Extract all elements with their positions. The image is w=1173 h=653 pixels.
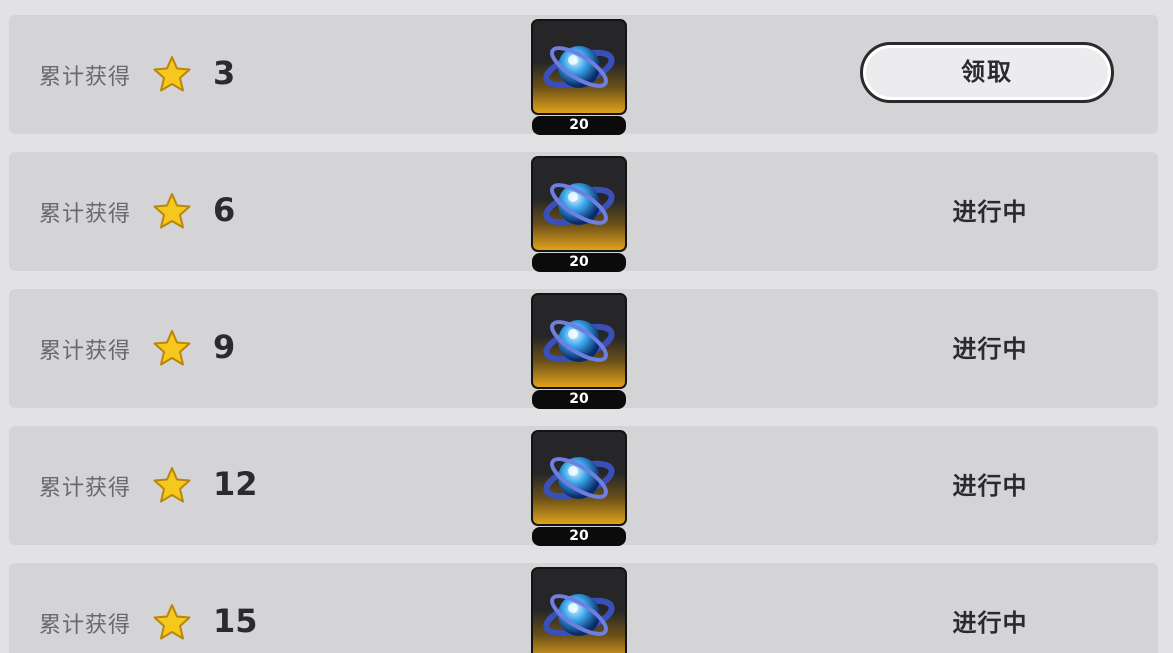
star-count: 15	[213, 602, 258, 640]
reward-icon-frame	[531, 19, 627, 115]
status-in-progress: 进行中	[952, 609, 1028, 637]
blue-orb-ring-icon	[543, 183, 615, 226]
reward-item[interactable]: 20	[531, 293, 627, 409]
blue-orb-ring-icon	[543, 594, 615, 637]
reward-icon-frame	[531, 293, 627, 389]
star-icon	[152, 191, 192, 231]
blue-orb-ring-icon	[543, 46, 615, 89]
star-count: 12	[213, 465, 258, 503]
milestone-row: 累计获得 15 20 进行中	[9, 563, 1158, 653]
star-count: 3	[213, 54, 236, 92]
reward-quantity: 20	[532, 116, 626, 135]
reward-item[interactable]: 20	[531, 156, 627, 272]
accumulate-label: 累计获得	[39, 202, 132, 227]
reward-item[interactable]: 20	[531, 430, 627, 546]
milestone-row: 累计获得 9 20 进行中	[9, 289, 1158, 409]
status-in-progress: 进行中	[952, 198, 1028, 226]
reward-item[interactable]: 20	[531, 19, 627, 135]
star-icon	[152, 54, 192, 94]
milestone-reward-list: 累计获得 3 20 领取 累计获得 6 20 进行中 累计获得 9 20 进行中…	[0, 0, 1173, 653]
claim-button[interactable]: 领取	[860, 42, 1114, 103]
blue-orb-ring-icon	[543, 457, 615, 500]
milestone-row: 累计获得 12 20 进行中	[9, 426, 1158, 546]
reward-quantity: 20	[532, 253, 626, 272]
reward-icon-frame	[531, 430, 627, 526]
star-count: 9	[213, 328, 236, 366]
accumulate-label: 累计获得	[39, 476, 132, 501]
reward-item[interactable]: 20	[531, 567, 627, 653]
star-count: 6	[213, 191, 236, 229]
accumulate-label: 累计获得	[39, 339, 132, 364]
status-in-progress: 进行中	[952, 472, 1028, 500]
milestone-row: 累计获得 6 20 进行中	[9, 152, 1158, 272]
reward-icon-frame	[531, 156, 627, 252]
milestone-row: 累计获得 3 20 领取	[9, 15, 1158, 135]
star-icon	[152, 328, 192, 368]
reward-quantity: 20	[532, 527, 626, 546]
star-icon	[152, 465, 192, 505]
accumulate-label: 累计获得	[39, 65, 132, 90]
reward-icon-frame	[531, 567, 627, 653]
star-icon	[152, 602, 192, 642]
reward-quantity: 20	[532, 390, 626, 409]
status-in-progress: 进行中	[952, 335, 1028, 363]
accumulate-label: 累计获得	[39, 613, 132, 638]
blue-orb-ring-icon	[543, 320, 615, 363]
